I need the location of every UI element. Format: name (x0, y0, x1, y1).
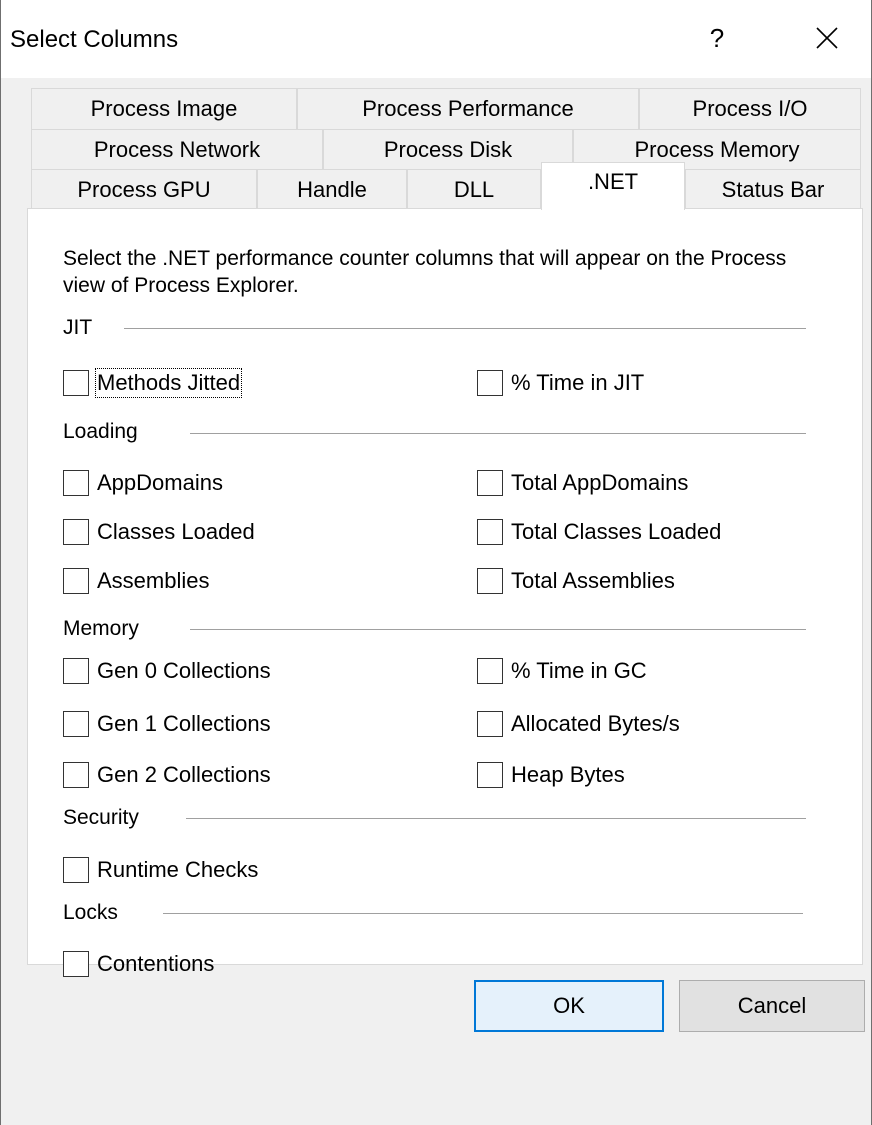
checkbox-total-assemblies[interactable]: Total Assemblies (477, 567, 676, 595)
checkbox-box[interactable] (63, 370, 89, 396)
checkbox-label: Total Assemblies (511, 568, 675, 593)
tab-process-io[interactable]: Process I/O (639, 88, 861, 130)
checkbox-box[interactable] (477, 711, 503, 737)
group-label-locks: Locks (63, 901, 118, 924)
tab-handle[interactable]: Handle (257, 169, 407, 211)
checkbox-box[interactable] (63, 658, 89, 684)
tab-dll[interactable]: DLL (407, 169, 541, 211)
checkbox-heap-bytes[interactable]: Heap Bytes (477, 761, 626, 789)
dotnet-panel: Select the .NET performance counter colu… (27, 208, 863, 977)
checkbox-total-classes-loaded[interactable]: Total Classes Loaded (477, 518, 722, 546)
group-label-security: Security (63, 806, 139, 829)
checkbox-box[interactable] (477, 370, 503, 396)
group-divider-memory (190, 629, 806, 630)
checkbox-label: Gen 1 Collections (97, 711, 271, 736)
help-button[interactable]: ? (691, 14, 743, 62)
checkbox-box[interactable] (477, 658, 503, 684)
checkbox-label: Gen 0 Collections (97, 658, 271, 683)
checkbox-label: Total Classes Loaded (511, 519, 722, 544)
tab-status-bar[interactable]: Status Bar (685, 169, 861, 211)
tab-process-gpu[interactable]: Process GPU (31, 169, 257, 211)
checkbox-total-appdomains[interactable]: Total AppDomains (477, 469, 689, 497)
checkbox-runtime-checks[interactable]: Runtime Checks (63, 856, 259, 884)
select-columns-dialog: Select Columns ? Process Image Process P… (0, 0, 872, 1125)
checkbox-appdomains[interactable]: AppDomains (63, 469, 224, 497)
checkbox-box[interactable] (63, 568, 89, 594)
panel-description: Select the .NET performance counter colu… (63, 247, 787, 297)
tab-dotnet[interactable]: .NET (541, 162, 685, 210)
group-divider-locks (163, 913, 803, 914)
close-button[interactable] (797, 14, 857, 62)
tab-process-performance[interactable]: Process Performance (297, 88, 639, 130)
checkbox-box[interactable] (63, 762, 89, 788)
title-bar: Select Columns ? (1, 0, 871, 78)
help-icon: ? (709, 22, 725, 53)
checkbox-methods-jitted[interactable]: Methods Jitted (63, 368, 243, 398)
checkbox-gen2-collections[interactable]: Gen 2 Collections (63, 761, 272, 789)
checkbox-box[interactable] (63, 519, 89, 545)
group-divider-loading (190, 433, 806, 434)
checkbox-label: Runtime Checks (97, 857, 259, 882)
cancel-button[interactable]: Cancel (679, 980, 865, 1032)
checkbox-classes-loaded[interactable]: Classes Loaded (63, 518, 256, 546)
dialog-title: Select Columns (10, 26, 179, 53)
group-label-jit: JIT (63, 316, 93, 339)
checkbox-label: Methods Jitted (94, 368, 243, 398)
checkbox-label: Heap Bytes (511, 762, 625, 787)
group-label-memory: Memory (63, 617, 139, 640)
checkbox-label: Classes Loaded (97, 519, 255, 544)
checkbox-box[interactable] (477, 470, 503, 496)
checkbox-gen1-collections[interactable]: Gen 1 Collections (63, 710, 272, 738)
checkbox-box[interactable] (477, 519, 503, 545)
checkbox-gen0-collections[interactable]: Gen 0 Collections (63, 657, 272, 685)
tab-process-network[interactable]: Process Network (31, 129, 323, 171)
checkbox-label: % Time in JIT (511, 370, 645, 395)
checkbox-box[interactable] (63, 711, 89, 737)
ok-button[interactable]: OK (474, 980, 664, 1032)
checkbox-label: AppDomains (97, 470, 223, 495)
checkbox-box[interactable] (63, 951, 89, 977)
checkbox-label: Total AppDomains (511, 470, 689, 495)
checkbox-assemblies[interactable]: Assemblies (63, 567, 210, 595)
checkbox-label: Contentions (97, 951, 215, 976)
close-icon (816, 27, 838, 49)
checkbox-time-in-jit[interactable]: % Time in JIT (477, 369, 645, 397)
checkbox-box[interactable] (63, 470, 89, 496)
checkbox-box[interactable] (63, 857, 89, 883)
checkbox-label: Gen 2 Collections (97, 762, 271, 787)
tab-process-image[interactable]: Process Image (31, 88, 297, 130)
checkbox-label: % Time in GC (511, 658, 647, 683)
checkbox-contentions[interactable]: Contentions (63, 950, 215, 978)
checkbox-allocated-bytes[interactable]: Allocated Bytes/s (477, 710, 681, 738)
group-divider-security (186, 818, 806, 819)
checkbox-box[interactable] (477, 568, 503, 594)
checkbox-label: Allocated Bytes/s (511, 711, 680, 736)
checkbox-time-in-gc[interactable]: % Time in GC (477, 657, 648, 685)
checkbox-label: Assemblies (97, 568, 210, 593)
group-divider-jit (124, 328, 806, 329)
tab-process-disk[interactable]: Process Disk (323, 129, 573, 171)
checkbox-box[interactable] (477, 762, 503, 788)
group-label-loading: Loading (63, 420, 138, 443)
